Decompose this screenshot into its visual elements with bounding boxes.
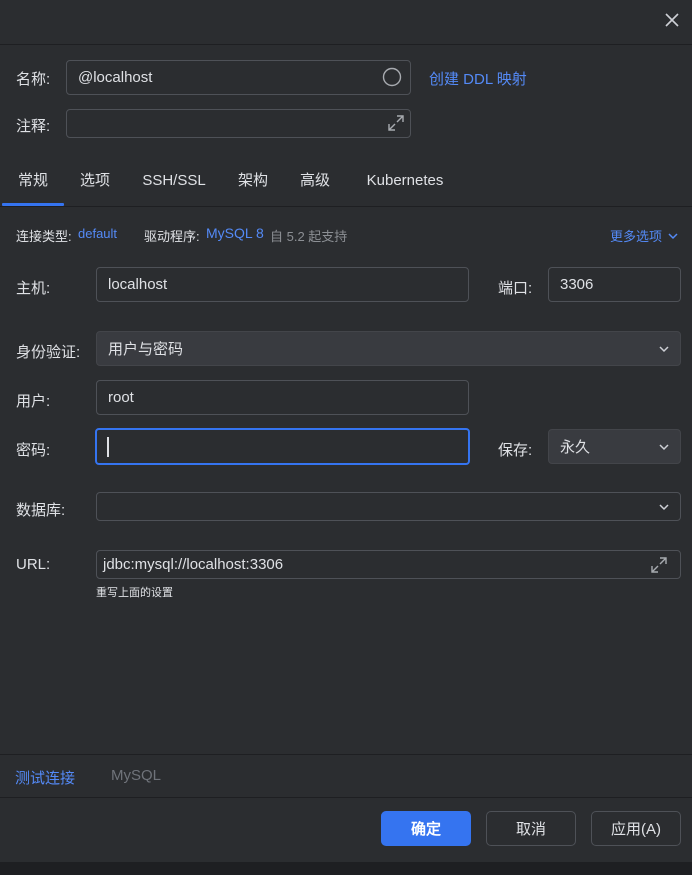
- expand-icon[interactable]: [649, 555, 669, 575]
- save-dropdown[interactable]: 永久: [548, 429, 681, 464]
- tab-schemas[interactable]: 架构: [232, 170, 274, 206]
- bottom-divider: [0, 754, 692, 755]
- user-value: root: [108, 389, 134, 406]
- more-options-link[interactable]: 更多选项: [610, 226, 662, 245]
- chevron-down-icon: [659, 503, 669, 510]
- close-icon[interactable]: [658, 6, 686, 34]
- color-circle-icon[interactable]: [382, 67, 402, 87]
- url-value: jdbc:mysql://localhost:3306: [103, 556, 284, 573]
- test-connection-link[interactable]: 测试连接: [15, 767, 75, 788]
- chevron-down-icon: [659, 443, 669, 450]
- comment-input[interactable]: [66, 109, 411, 138]
- driver-label: 驱动程序:: [144, 229, 200, 244]
- save-label: 保存:: [498, 442, 533, 459]
- name-label: 名称:: [16, 71, 51, 88]
- chevron-down-icon[interactable]: [668, 228, 678, 240]
- dialog-body: [0, 45, 692, 797]
- tab-kubernetes[interactable]: Kubernetes: [358, 170, 452, 206]
- chevron-down-icon: [659, 345, 669, 352]
- expand-icon[interactable]: [386, 113, 406, 133]
- tab-ssh-ssl[interactable]: SSH/SSL: [138, 170, 210, 206]
- user-input[interactable]: root: [96, 380, 469, 415]
- password-input[interactable]: [95, 428, 470, 465]
- tab-options[interactable]: 选项: [74, 170, 116, 206]
- database-type-text: MySQL: [111, 767, 162, 784]
- auth-value: 用户与密码: [108, 341, 184, 358]
- save-value: 永久: [560, 439, 591, 456]
- connection-type-value[interactable]: default: [78, 226, 117, 241]
- auth-dropdown[interactable]: 用户与密码: [96, 331, 681, 366]
- name-input[interactable]: @localhost: [66, 60, 411, 95]
- driver-support-text: 自 5.2 起支持: [270, 229, 348, 244]
- port-value: 3306: [560, 276, 594, 293]
- database-combobox[interactable]: [96, 492, 681, 521]
- database-label: 数据库:: [16, 502, 66, 519]
- tabs-divider: [0, 206, 692, 207]
- connection-type-label: 连接类型:: [16, 229, 72, 244]
- text-cursor: [107, 436, 109, 457]
- tab-general[interactable]: 常规: [6, 170, 60, 206]
- cancel-button[interactable]: 取消: [486, 811, 576, 846]
- password-label: 密码:: [16, 442, 51, 459]
- comment-label: 注释:: [16, 118, 51, 135]
- port-label: 端口:: [498, 280, 533, 297]
- host-label: 主机:: [16, 280, 51, 297]
- name-value: @localhost: [78, 69, 153, 86]
- url-label: URL:: [16, 556, 51, 573]
- title-bar: [0, 0, 692, 45]
- apply-button[interactable]: 应用(A): [591, 811, 681, 846]
- host-input[interactable]: localhost: [96, 267, 469, 302]
- url-input[interactable]: jdbc:mysql://localhost:3306: [96, 550, 681, 579]
- tab-advanced[interactable]: 高级: [294, 170, 336, 206]
- auth-label: 身份验证:: [16, 344, 81, 361]
- port-input[interactable]: 3306: [548, 267, 681, 302]
- window-bottom-edge: [0, 862, 692, 875]
- create-ddl-mapping-link[interactable]: 创建 DDL 映射: [429, 68, 527, 89]
- host-value: localhost: [108, 276, 168, 293]
- ok-button[interactable]: 确定: [381, 811, 471, 846]
- user-label: 用户:: [16, 393, 51, 410]
- dialog-footer: [0, 797, 692, 863]
- driver-value[interactable]: MySQL 8: [206, 225, 264, 241]
- url-hint: 重写上面的设置: [96, 587, 173, 599]
